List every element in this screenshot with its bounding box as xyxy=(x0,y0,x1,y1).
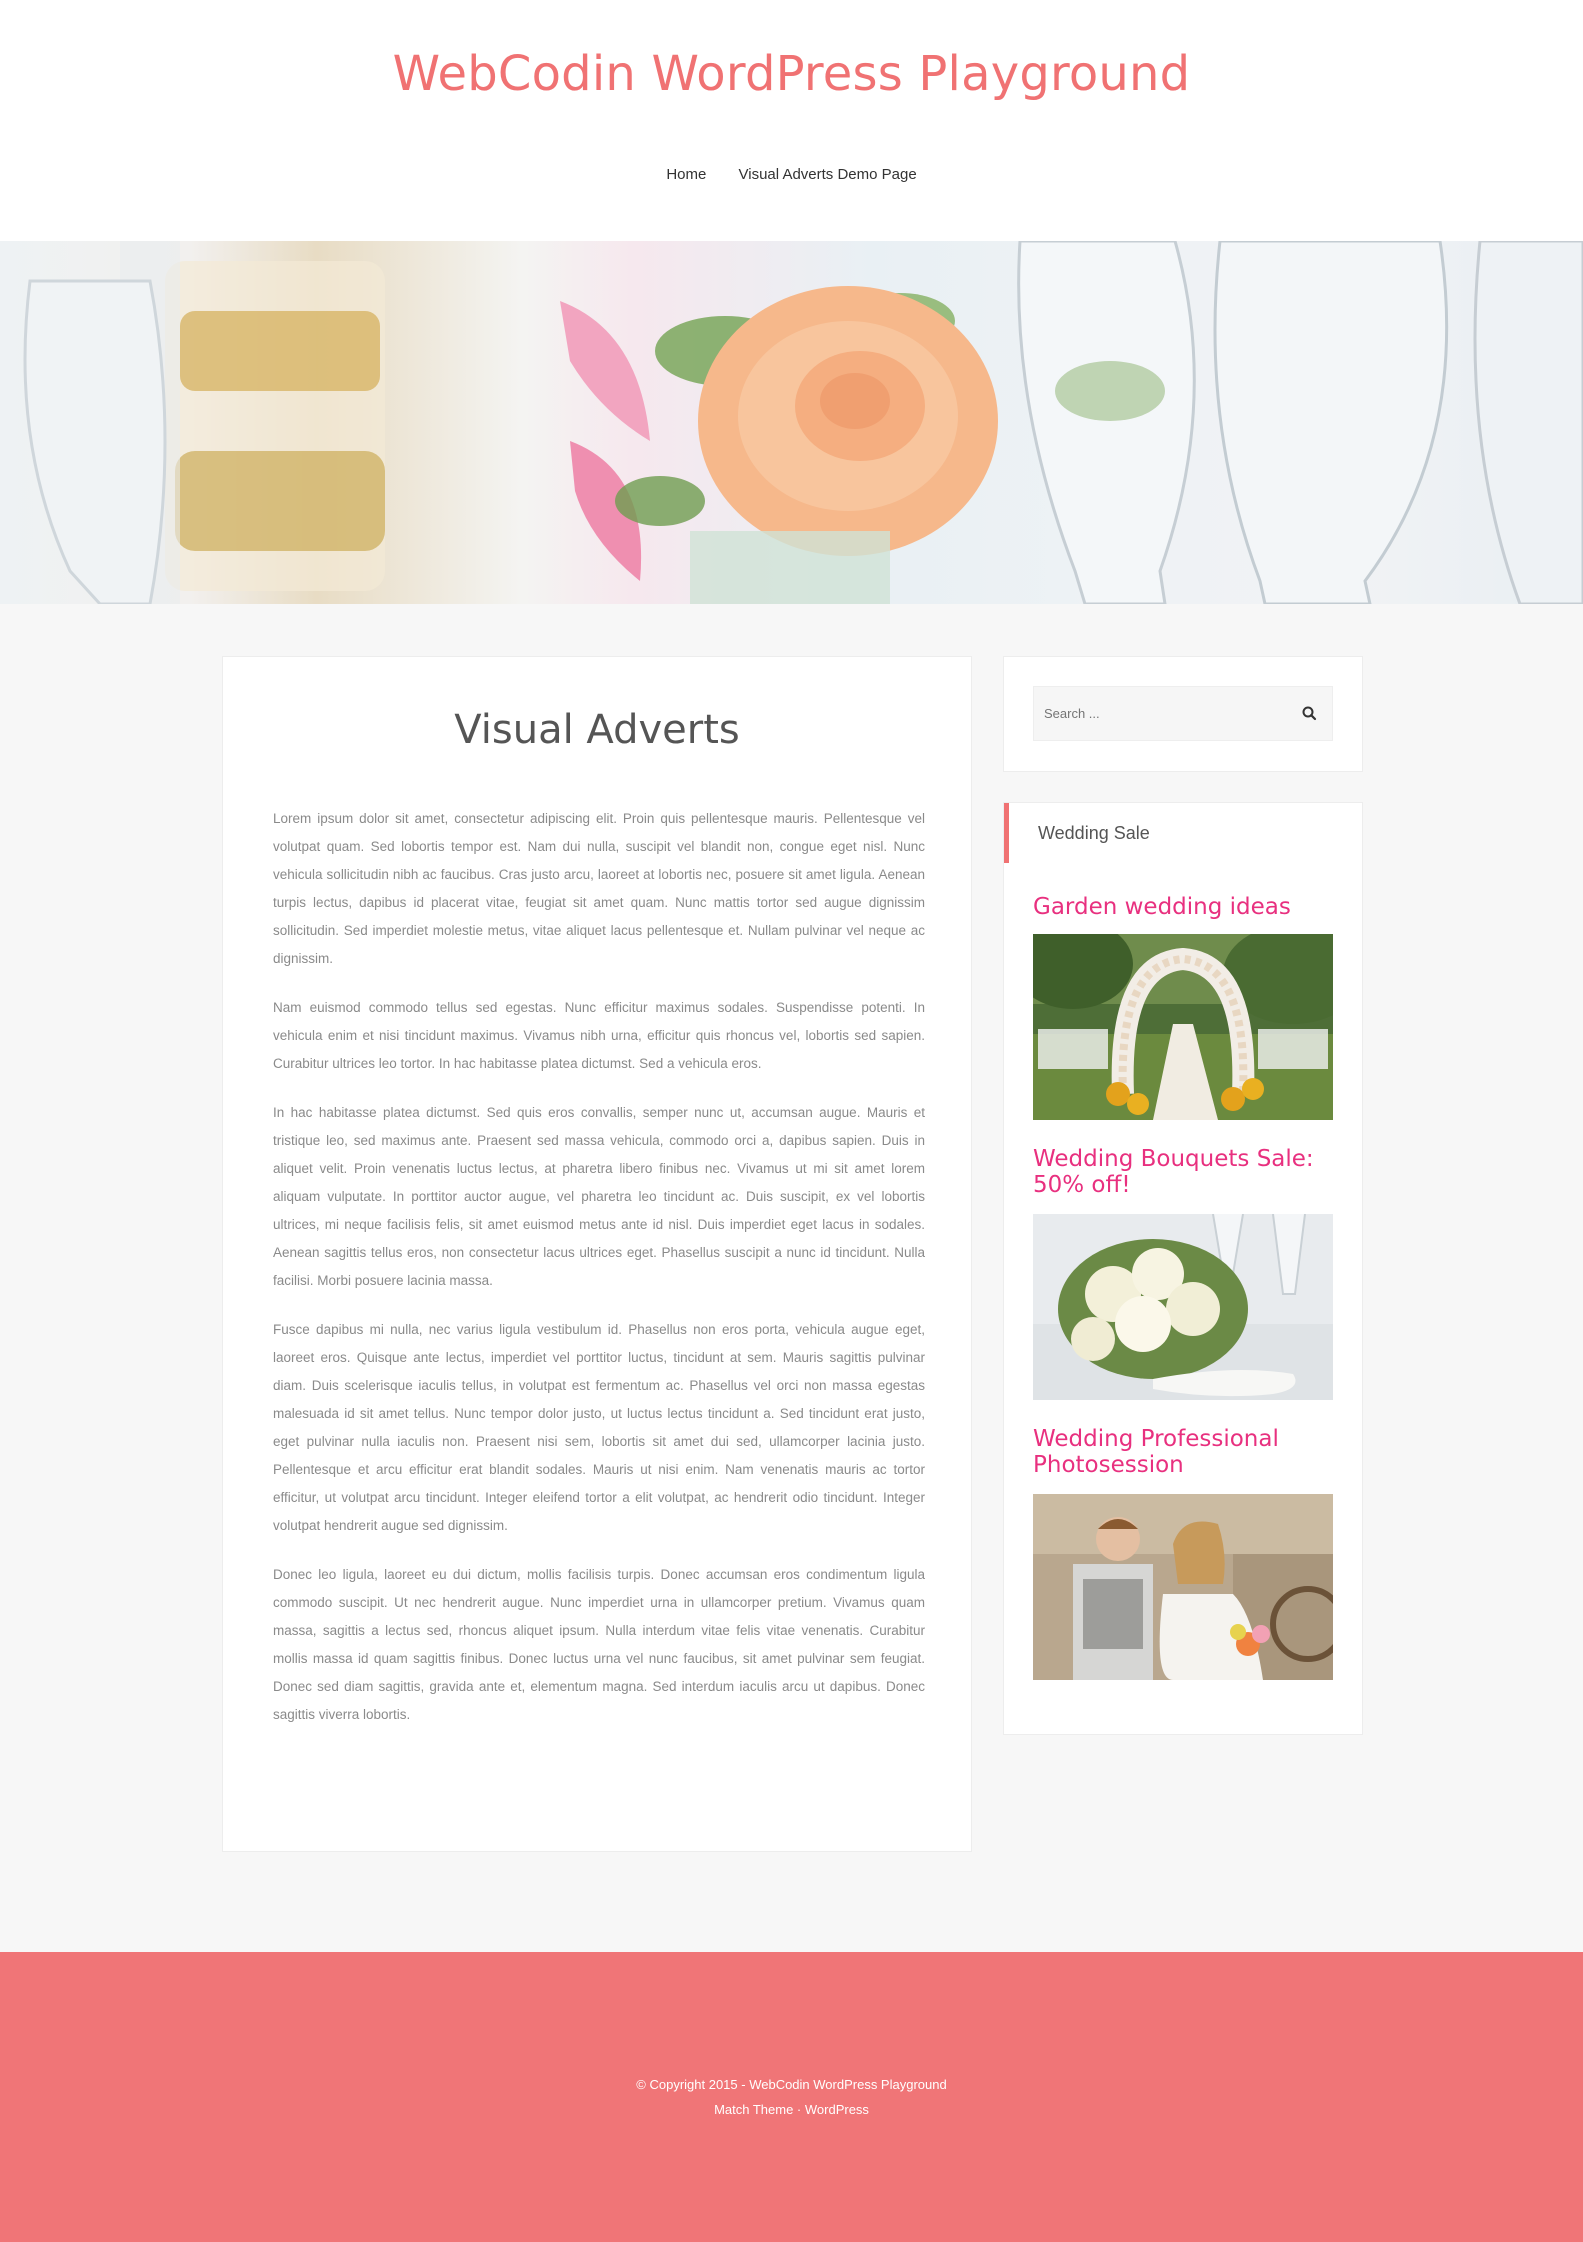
article-paragraph: Nam euismod commodo tellus sed egestas. … xyxy=(273,1000,925,1071)
content-area: Visual Adverts Lorem ipsum dolor sit ame… xyxy=(0,604,1583,1952)
site-footer: © Copyright 2015 - WebCodin WordPress Pl… xyxy=(0,1952,1583,2242)
footer-credits: Match Theme · WordPress xyxy=(0,2102,1583,2117)
ad-heading-bouquets-sale[interactable]: Wedding Bouquets Sale: 50% off! xyxy=(1033,1146,1333,1198)
article-paragraph: Donec leo ligula, laoreet eu dui dictum,… xyxy=(273,1567,925,1722)
nav-item-visual-adverts-demo[interactable]: Visual Adverts Demo Page xyxy=(739,166,917,183)
nav-item-home[interactable]: Home xyxy=(666,166,706,183)
site-title[interactable]: WebCodin WordPress Playground xyxy=(0,46,1583,102)
widget-title: Wedding Sale xyxy=(1004,803,1362,863)
ad-image-wedding-bouquet[interactable] xyxy=(1033,1214,1333,1400)
widget-title-text: Wedding Sale xyxy=(1038,823,1150,843)
footer-copyright: © Copyright 2015 - WebCodin WordPress Pl… xyxy=(636,2077,947,2092)
ad-heading-garden[interactable]: Garden wedding ideas xyxy=(1033,894,1333,920)
article-paragraph: Fusce dapibus mi nulla, nec varius ligul… xyxy=(273,1322,925,1533)
search-widget xyxy=(1003,656,1363,772)
search-button[interactable] xyxy=(1298,702,1322,726)
article: Visual Adverts Lorem ipsum dolor sit ame… xyxy=(222,656,972,1852)
ad-image-garden-wedding[interactable] xyxy=(1033,934,1333,1120)
footer-theme-link[interactable]: Match Theme xyxy=(714,2102,793,2117)
search-input[interactable] xyxy=(1034,687,1284,740)
article-paragraph: In hac habitasse platea dictumst. Sed qu… xyxy=(273,1105,925,1288)
visual-adverts-widget: Wedding Sale Garden wedding ideas Weddin… xyxy=(1003,802,1363,1735)
site-header: WebCodin WordPress Playground Home Visua… xyxy=(0,0,1583,241)
footer-wordpress-link[interactable]: WordPress xyxy=(805,2102,869,2117)
ad-heading-photosession[interactable]: Wedding Professional Photosession xyxy=(1033,1426,1333,1478)
ad-image-wedding-photosession[interactable] xyxy=(1033,1494,1333,1680)
sidebar: Wedding Sale Garden wedding ideas xyxy=(1003,656,1363,1735)
footer-separator: · xyxy=(793,2102,805,2117)
article-body: Lorem ipsum dolor sit amet, consectetur … xyxy=(273,805,925,1750)
hero-banner-image xyxy=(0,241,1583,604)
main-nav: Home Visual Adverts Demo Page xyxy=(0,166,1583,183)
search-icon xyxy=(1302,706,1317,721)
article-title: Visual Adverts xyxy=(454,707,740,753)
article-paragraph: Lorem ipsum dolor sit amet, consectetur … xyxy=(273,811,925,966)
search-box xyxy=(1033,686,1333,741)
